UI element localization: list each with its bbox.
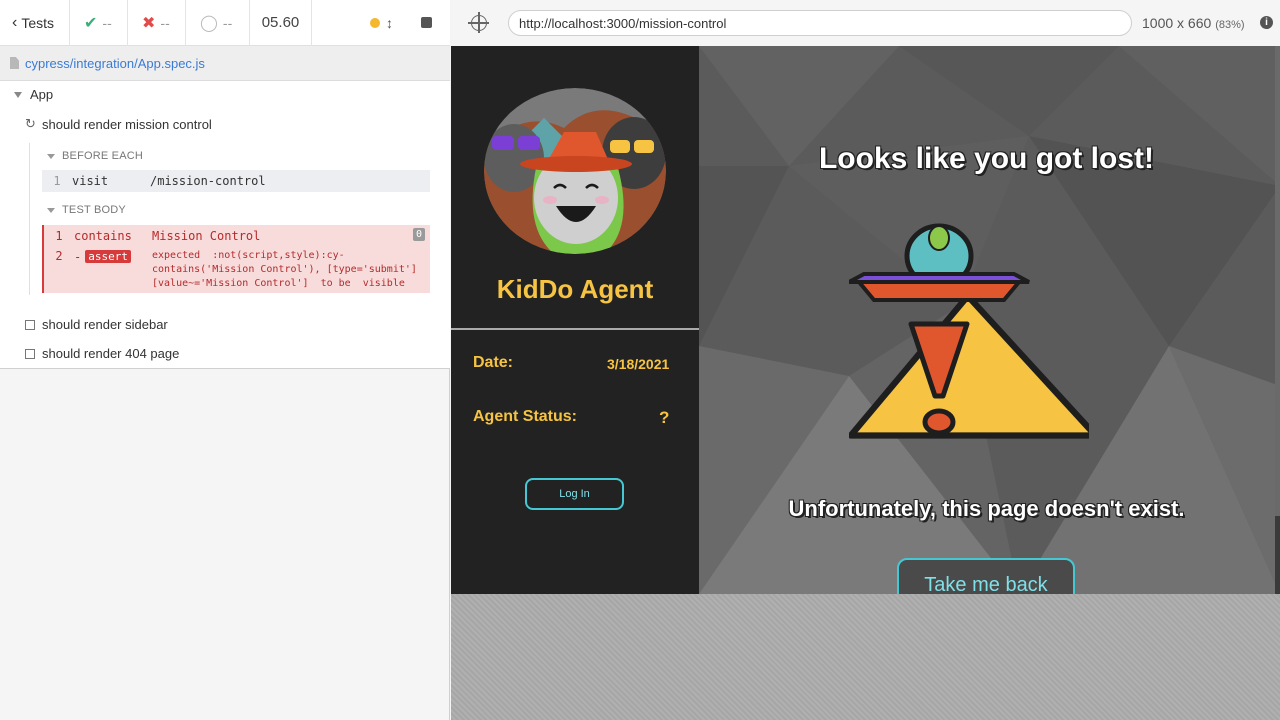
test-404-page[interactable]: should render 404 page xyxy=(25,346,179,361)
sidebar-divider xyxy=(451,328,699,330)
x-icon: ✖ xyxy=(142,14,156,32)
command-row-assert[interactable]: 2 - assert expected :not(script,style):c… xyxy=(44,249,430,291)
test-title: should render 404 page xyxy=(42,346,180,361)
agent-status-value: ? xyxy=(659,408,670,427)
date-value: 3/18/2021 xyxy=(607,356,670,372)
stop-button[interactable] xyxy=(421,17,432,28)
url-bar[interactable]: http://localhost:3000/mission-control xyxy=(508,10,1132,36)
running-indicator-icon xyxy=(370,17,380,28)
spec-path-link[interactable]: cypress/integration/App.spec.js xyxy=(25,56,205,71)
agent-name: KidDo Agent xyxy=(496,274,654,304)
failed-count[interactable]: ✖ -- xyxy=(128,0,186,46)
run-controls: ↕ xyxy=(312,0,450,46)
caret-down-icon xyxy=(14,91,22,98)
command-row-visit[interactable]: 1 visit /mission-control xyxy=(42,170,430,192)
test-commands-area: BEFORE EACH 1 visit /mission-control TES… xyxy=(29,143,430,295)
pending-checkbox-icon xyxy=(25,348,35,359)
assert-badge: assert xyxy=(85,250,131,263)
spec-path-bar: cypress/integration/App.spec.js xyxy=(0,46,450,81)
not-found-page: Looks like you got lost! Unfortunately, … xyxy=(699,46,1280,594)
caret-down-icon xyxy=(47,207,55,213)
ufo-warning-icon xyxy=(849,223,1089,439)
duration-timer: 05.60 xyxy=(250,0,312,46)
agent-avatar xyxy=(484,88,666,254)
lost-heading: Looks like you got lost! xyxy=(818,142,1155,175)
app-under-test: KidDo Agent Date: 3/18/2021 Agent Status… xyxy=(451,46,1280,594)
suite-title: App xyxy=(30,87,54,102)
suite-app[interactable]: App xyxy=(14,87,53,102)
login-button[interactable]: Log In xyxy=(525,478,624,510)
test-mission-control[interactable]: ↻ should render mission control xyxy=(25,116,212,132)
tests-label: Tests xyxy=(21,14,55,31)
command-row-contains[interactable]: 1 contains Mission Control xyxy=(44,229,430,243)
viewport-info: 1000 x 660 (83%) xyxy=(1142,15,1245,31)
scrollbar[interactable] xyxy=(1275,46,1280,594)
check-icon: ✔ xyxy=(84,14,98,32)
pending-checkbox-icon xyxy=(25,319,35,330)
chevron-left-icon: ‹ xyxy=(12,13,18,31)
caret-down-icon xyxy=(47,153,55,159)
before-each-hook[interactable]: BEFORE EACH xyxy=(47,150,143,162)
runnables-list: App ↻ should render mission control BEFO… xyxy=(0,81,450,369)
aut-header: http://localhost:3000/mission-control 10… xyxy=(451,0,1280,46)
not-exist-text: Unfortunately, this page doesn't exist. xyxy=(788,496,1185,521)
take-me-back-button[interactable]: Take me back xyxy=(897,558,1075,594)
info-icon[interactable]: i xyxy=(1260,16,1273,29)
spinner-icon: ↻ xyxy=(25,116,36,131)
reporter-header: ‹ Tests ✔ -- ✖ -- ◯ -- 05.60 ↕ xyxy=(0,0,450,46)
passed-count[interactable]: ✔ -- xyxy=(70,0,128,46)
aut-stage: KidDo Agent Date: 3/18/2021 Agent Status… xyxy=(451,46,1280,720)
test-title: should render sidebar xyxy=(42,317,168,332)
element-count-badge: 0 xyxy=(412,228,425,241)
agent-status-label: Agent Status: xyxy=(473,408,577,425)
pending-count[interactable]: ◯ -- xyxy=(186,0,250,46)
auto-scroll-toggle-icon[interactable]: ↕ xyxy=(386,15,393,31)
scrollbar-thumb[interactable] xyxy=(1275,516,1280,594)
failed-command-block[interactable]: 1 contains Mission Control 0 2 - assert … xyxy=(42,225,430,293)
app-sidebar: KidDo Agent Date: 3/18/2021 Agent Status… xyxy=(451,46,699,594)
tests-back-button[interactable]: ‹ Tests xyxy=(0,0,70,46)
test-title: should render mission control xyxy=(42,116,212,132)
test-body-hook[interactable]: TEST BODY xyxy=(47,204,126,216)
file-icon xyxy=(10,57,19,69)
assert-message: expected :not(script,style):cy-contains(… xyxy=(152,250,417,289)
crosshair-icon[interactable] xyxy=(468,12,489,33)
circle-icon: ◯ xyxy=(200,14,218,32)
test-sidebar[interactable]: should render sidebar xyxy=(25,317,168,332)
test-reporter: ‹ Tests ✔ -- ✖ -- ◯ -- 05.60 ↕ cypress/i… xyxy=(0,0,450,720)
date-label: Date: xyxy=(473,354,514,371)
